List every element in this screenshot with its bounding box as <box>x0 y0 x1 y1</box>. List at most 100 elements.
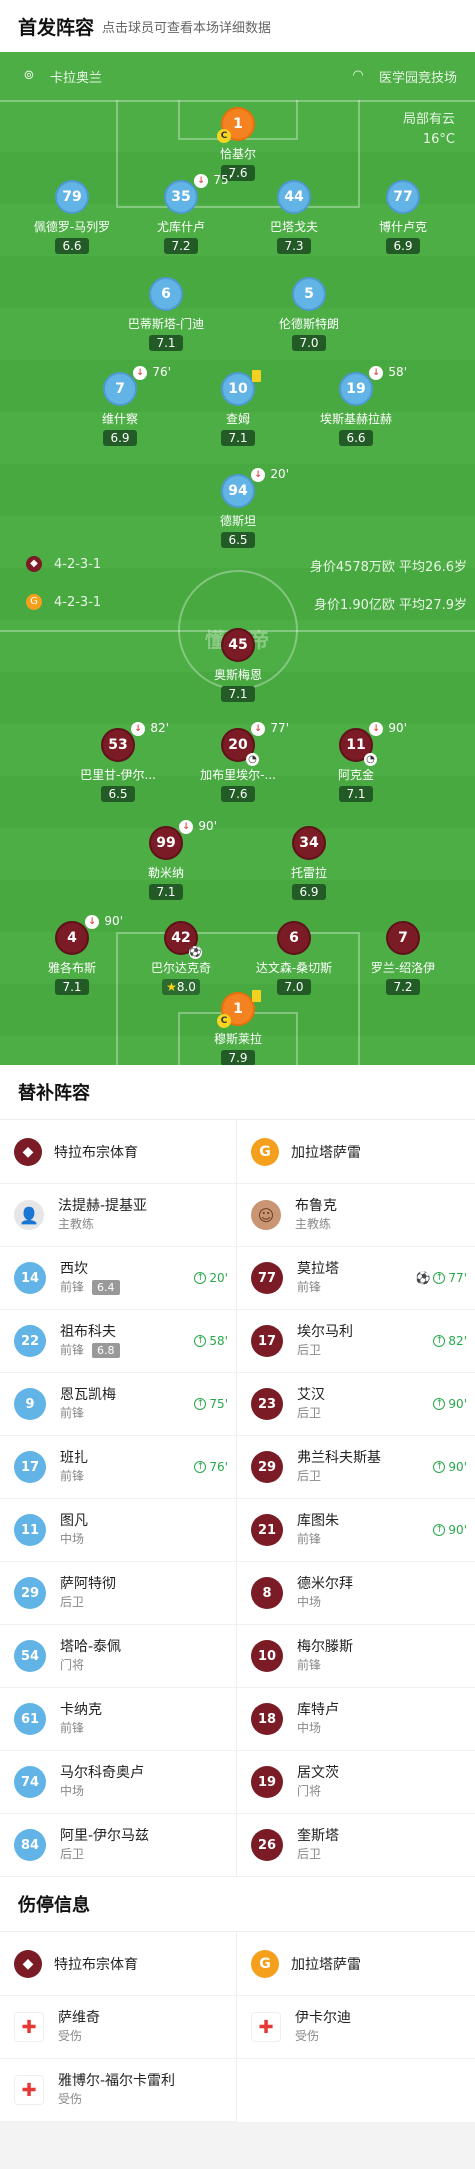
player-home-79[interactable]: 79 佩德罗-马列罗 6.6 <box>17 180 127 254</box>
player-home-44[interactable]: 44 巴塔戈夫 7.3 <box>239 180 349 254</box>
home-coach[interactable]: 👤 法提赫-提基亚 主教练 <box>0 1184 236 1247</box>
trabzonspor-logo-icon: ◆ <box>14 1949 42 1978</box>
player-away-34[interactable]: 34 托雷拉 6.9 <box>254 826 364 900</box>
player-away-42[interactable]: 42 ⚽ 巴尔达克奇 ★8.0 <box>126 921 236 995</box>
injured-player[interactable]: ✚ 萨维奇 受伤 <box>0 1996 236 2059</box>
sub-player-home[interactable]: 22 祖布科夫 前锋 6.8 ↑ 58' <box>0 1310 236 1373</box>
player-away-6[interactable]: 6 达文森-桑切斯 7.0 <box>239 921 349 995</box>
player-number: 34 <box>299 835 319 851</box>
player-rating: 7.3 <box>277 238 311 254</box>
sub-player-away[interactable]: 29 弗兰科夫斯基 后卫 ↑ 90' <box>237 1436 475 1499</box>
injuries-home-team[interactable]: ◆ 特拉布宗体育 <box>0 1932 236 1996</box>
player-away-45[interactable]: 45 奥斯梅恩 7.1 <box>183 628 293 702</box>
player-home-35[interactable]: 35 ↓ 75' 尤库什卢 7.2 <box>126 173 236 254</box>
player-position: 中场 <box>297 1595 322 1609</box>
sub-player-away[interactable]: 17 埃尔马利 后卫 ↑ 82' <box>237 1310 475 1373</box>
galatasaray-logo-icon: G <box>251 1137 279 1166</box>
player-name: 巴塔戈夫 <box>269 220 318 234</box>
substitution-icon: ↓ <box>133 366 147 380</box>
player-name: 恩瓦凯梅 <box>60 1387 116 1403</box>
player-name: 恰基尔 <box>219 147 256 161</box>
subs-home-column: ◆ 特拉布宗体育 👤 法提赫-提基亚 主教练 14 西坎 前锋 6.4 ↑ 20' 22… <box>0 1120 237 1877</box>
player-home-gk[interactable]: 1C 恰基尔 7.6 <box>183 107 293 181</box>
sub-player-home[interactable]: 11 图凡 中场 <box>0 1499 236 1562</box>
sub-player-away[interactable]: 26 奎斯塔 后卫 <box>237 1814 475 1877</box>
player-number: 44 <box>284 189 304 205</box>
player-number: 23 <box>251 1388 283 1420</box>
sub-player-away[interactable]: 8 德米尔拜 中场 <box>237 1562 475 1625</box>
home-team-label: 卡拉奥兰 <box>50 70 103 86</box>
player-name: 卡纳克 <box>60 1702 102 1718</box>
sub-player-home[interactable]: 9 恩瓦凯梅 前锋 ↑ 75' <box>0 1373 236 1436</box>
player-name: 雅博尔-福尔卡雷利 <box>58 2073 176 2089</box>
player-position: 后卫 <box>297 1343 322 1357</box>
injured-player[interactable]: ✚ 伊卡尔迪 受伤 <box>237 1996 475 2059</box>
player-name: 库特卢 <box>297 1702 339 1718</box>
player-home-6[interactable]: 6 巴蒂斯塔-门迪 7.1 <box>111 277 221 351</box>
player-home-19[interactable]: 19 ↓ 58' 埃斯基赫拉赫 6.6 <box>301 365 411 446</box>
player-away-99[interactable]: 99 ↓ 90' 勒米纳 7.1 <box>111 819 221 900</box>
player-away-20[interactable]: 20 ↓ 77' ◔ 加布里埃尔-... 7.6 <box>183 721 293 802</box>
substitution-icon: ↓ <box>85 915 99 929</box>
player-rating: 7.1 <box>221 686 255 702</box>
player-number: 10 <box>251 1640 283 1672</box>
pitch: ⊚ 卡拉奥兰 ◠ 医学园竞技场 局部有云 16°C 懂球帝 1C 恰基尔 7.6… <box>0 52 475 1065</box>
injuries-away-team[interactable]: G 加拉塔萨雷 <box>237 1932 475 1996</box>
subs-home-team[interactable]: ◆ 特拉布宗体育 <box>0 1120 236 1184</box>
player-position: 前锋 <box>297 1658 322 1672</box>
player-away-7[interactable]: 7 罗兰-绍洛伊 7.2 <box>348 921 458 995</box>
sub-player-home[interactable]: 84 阿里-伊尔马兹 后卫 <box>0 1814 236 1877</box>
sub-player-away[interactable]: 18 库特卢 中场 <box>237 1688 475 1751</box>
sub-player-away[interactable]: 10 梅尔滕斯 前锋 <box>237 1625 475 1688</box>
sub-player-home[interactable]: 54 塔哈-泰佩 门将 <box>0 1625 236 1688</box>
player-name: 马尔科奇奥卢 <box>60 1765 144 1781</box>
sub-player-home[interactable]: 74 马尔科奇奥卢 中场 <box>0 1751 236 1814</box>
player-number: 11 <box>346 737 366 753</box>
sub-player-away[interactable]: 21 库图朱 前锋 ↑ 90' <box>237 1499 475 1562</box>
temperature-label: 16°C <box>422 132 455 147</box>
player-rating: 7.2 <box>386 979 420 995</box>
sub-in-icon: ↑ <box>194 1398 207 1410</box>
whistle-icon: ⊚ <box>23 68 35 83</box>
injuries-table: ◆ 特拉布宗体育 ✚ 萨维奇 受伤 ✚ 雅博尔-福尔卡雷利 受伤 G 加拉塔萨雷 ✚… <box>0 1931 475 2122</box>
player-home-77[interactable]: 77 博什卢克 6.9 <box>348 180 458 254</box>
sub-player-home[interactable]: 17 班扎 前锋 ↑ 76' <box>0 1436 236 1499</box>
home-formation: ◆ 4-2-3-1 <box>26 556 101 572</box>
player-position: 前锋 <box>297 1532 322 1546</box>
team-name: 特拉布宗体育 <box>54 1144 138 1161</box>
player-name: 博什卢克 <box>378 220 427 234</box>
subs-away-team[interactable]: G 加拉塔萨雷 <box>237 1120 475 1184</box>
sub-player-away[interactable]: 77 莫拉塔 前锋 ⚽ ↑ 77' <box>237 1247 475 1310</box>
player-away-4[interactable]: 4 ↓ 90' 雅各布斯 7.1 <box>17 914 127 995</box>
galatasaray-logo-icon: G <box>251 1949 279 1978</box>
player-away-11[interactable]: 11 ↓ 90' ◔ 阿克金 7.1 <box>301 721 411 802</box>
galatasaray-logo-icon: G <box>26 594 42 610</box>
player-home-5[interactable]: 5 伦德斯特朗 7.0 <box>254 277 364 351</box>
sub-player-away[interactable]: 19 居文茨 门将 <box>237 1751 475 1814</box>
captain-badge-icon: C <box>217 129 231 143</box>
star-icon: ★ <box>166 980 177 994</box>
player-position: 后卫 <box>60 1595 85 1609</box>
coach-role: 主教练 <box>58 1217 95 1231</box>
player-away-gk[interactable]: 1C 穆斯莱拉 7.9 <box>183 990 293 1065</box>
player-rating: 6.5 <box>221 532 255 548</box>
player-name: 埃斯基赫拉赫 <box>319 412 392 426</box>
player-number: 7 <box>115 381 125 397</box>
sub-player-home[interactable]: 29 萨阿特彻 后卫 <box>0 1562 236 1625</box>
player-home-94[interactable]: 94 ↓ 20' 德斯坦 6.5 <box>183 467 293 548</box>
player-number: 29 <box>251 1451 283 1483</box>
sub-player-away[interactable]: 23 艾汉 后卫 ↑ 90' <box>237 1373 475 1436</box>
player-home-7[interactable]: 7 ↓ 76' 维什察 6.9 <box>65 365 175 446</box>
player-away-53[interactable]: 53 ↓ 82' 巴里甘-伊尔... 6.5 <box>63 721 173 802</box>
sub-in-icon: ↑ <box>433 1524 446 1536</box>
stadium-icon: ◠ <box>352 68 364 83</box>
sub-player-home[interactable]: 14 西坎 前锋 6.4 ↑ 20' <box>0 1247 236 1310</box>
venue-label: 医学园竞技场 <box>378 70 457 86</box>
player-home-10[interactable]: 10 查姆 7.1 <box>183 370 293 446</box>
subs-title: 替补阵容 <box>0 1065 475 1119</box>
injured-player[interactable]: ✚ 雅博尔-福尔卡雷利 受伤 <box>0 2059 236 2122</box>
player-position: 后卫 <box>297 1847 322 1861</box>
away-coach[interactable]: ☺ 布鲁克 主教练 <box>237 1184 475 1247</box>
sub-player-home[interactable]: 61 卡纳克 前锋 <box>0 1688 236 1751</box>
sub-in-icon: ↑ <box>194 1272 207 1284</box>
